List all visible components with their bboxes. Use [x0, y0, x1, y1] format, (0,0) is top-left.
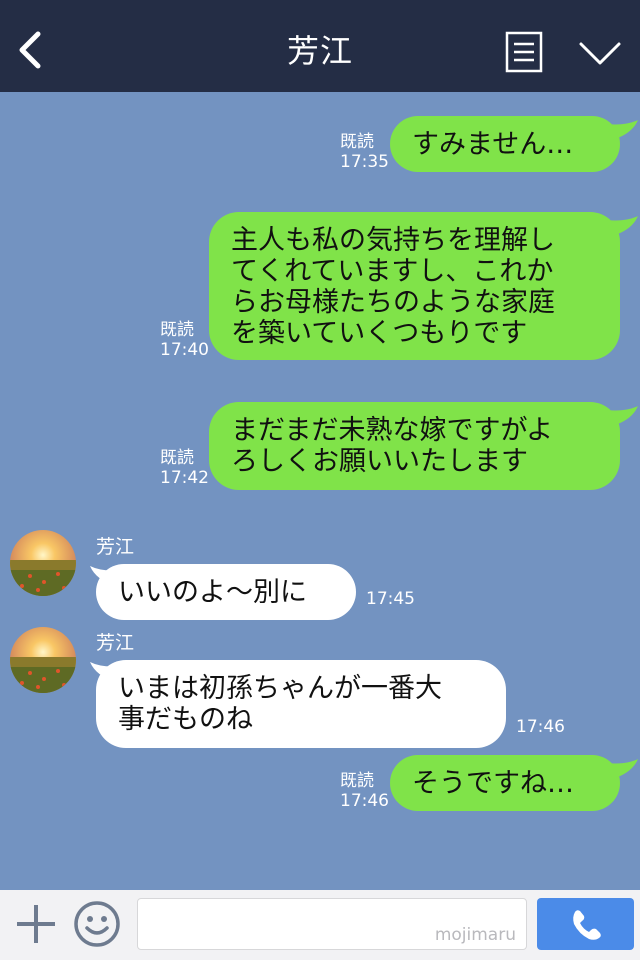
read-receipt: 既読 17:40	[160, 320, 209, 360]
message-input[interactable]: mojimaru	[137, 898, 527, 950]
sender-name: 芳江	[96, 632, 135, 654]
chevron-down-icon[interactable]	[578, 40, 622, 68]
bubble-tail	[606, 406, 638, 426]
message-text-line: てくれていますし、これか	[231, 256, 554, 287]
message-text-line: そうですね…	[412, 768, 574, 799]
message-text-line: 主人も私の気持ちを理解し	[231, 225, 555, 256]
message-list[interactable]: 既読 17:35 すみません… 既読 17:40 主人も私の気持ちを理解し てくれて…	[0, 92, 640, 890]
read-receipt: 既読 17:35	[340, 132, 389, 172]
sunset-field-avatar-image	[10, 627, 76, 693]
avatar[interactable]	[10, 530, 76, 596]
message-bubble-outgoing[interactable]: すみません…	[390, 116, 620, 172]
message-text-line: らお母様たちのような家庭	[231, 287, 555, 318]
chat-header: 芳江	[0, 0, 640, 92]
bubble-tail	[606, 216, 638, 236]
message-bubble-incoming[interactable]: いいのよ〜別に	[96, 564, 356, 620]
read-receipt: 既読 17:46	[340, 771, 389, 811]
composer-bar: mojimaru	[0, 890, 640, 960]
message-text-line: いいのよ〜別に	[118, 577, 307, 608]
message-text-line: まだまだ未熟な嫁ですがよ	[231, 415, 554, 446]
sender-name: 芳江	[96, 536, 135, 558]
message-time: 17:46	[516, 717, 565, 737]
menu-icon[interactable]	[505, 31, 543, 73]
message-bubble-outgoing[interactable]: 主人も私の気持ちを理解し てくれていますし、これか らお母様たちのような家庭 を…	[209, 212, 620, 360]
bubble-tail	[606, 120, 638, 140]
avatar[interactable]	[10, 627, 76, 693]
message-bubble-outgoing[interactable]: まだまだ未熟な嫁ですがよ ろしくお願いいたします	[209, 402, 620, 490]
message-text-line: 事だものね	[118, 704, 253, 735]
message-text-line: ろしくお願いいたします	[231, 446, 528, 477]
message-bubble-outgoing[interactable]: そうですね…	[390, 755, 620, 811]
chat-title: 芳江	[286, 32, 353, 70]
message-text-line: すみません…	[412, 129, 574, 160]
call-button[interactable]	[537, 898, 634, 950]
sunset-field-avatar-image	[10, 530, 76, 596]
message-text-line: いまは初孫ちゃんが一番大	[118, 673, 442, 704]
message-bubble-incoming[interactable]: いまは初孫ちゃんが一番大 事だものね	[96, 660, 506, 748]
message-text-line: を築いていくつもりです	[231, 318, 528, 349]
phone-icon	[573, 910, 601, 940]
read-receipt: 既読 17:42	[160, 448, 209, 488]
emoji-icon[interactable]	[73, 900, 121, 948]
bubble-tail	[606, 759, 638, 779]
watermark-text: mojimaru	[434, 925, 516, 945]
plus-icon[interactable]	[14, 902, 58, 946]
message-time: 17:45	[366, 589, 415, 609]
